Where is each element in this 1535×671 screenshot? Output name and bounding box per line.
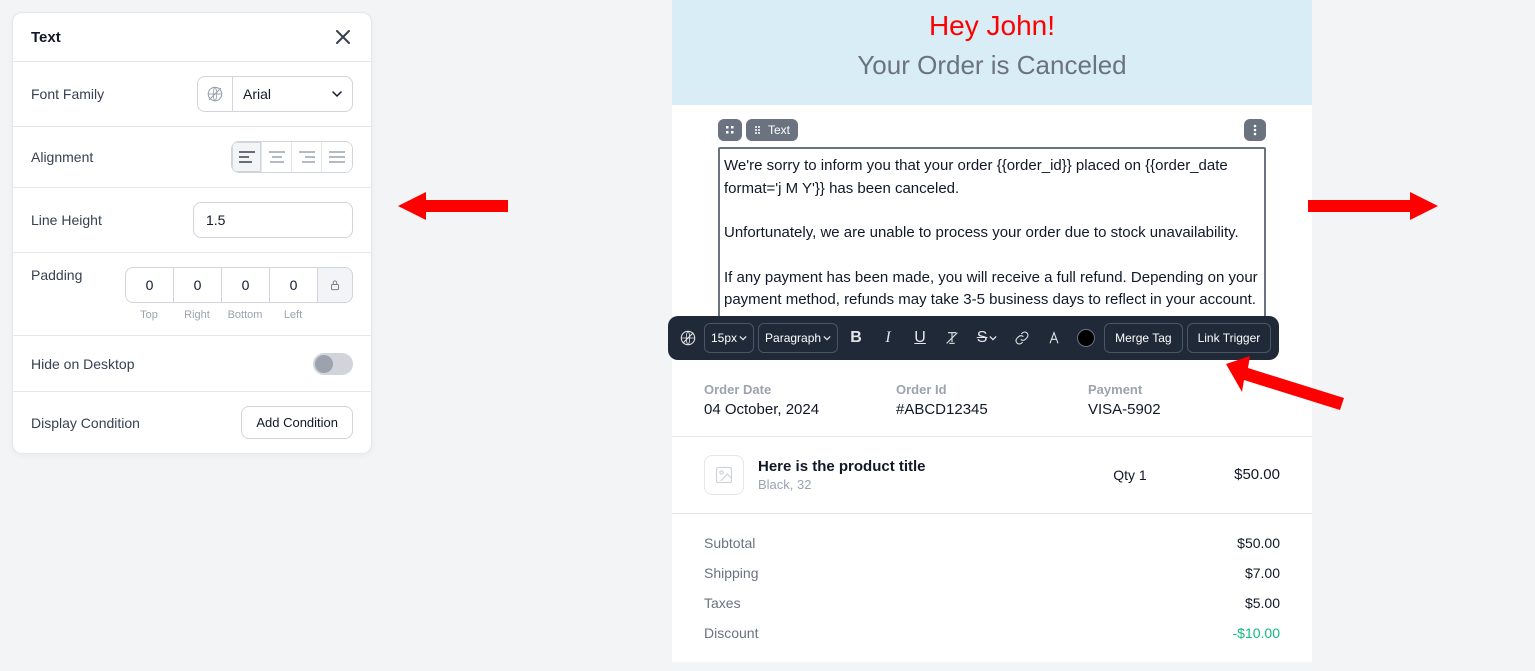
alignment-label: Alignment: [31, 149, 93, 165]
strikethrough-button[interactable]: S: [970, 323, 1004, 353]
subtotal-value: $50.00: [1237, 535, 1280, 551]
link-button[interactable]: [1008, 323, 1036, 353]
chevron-down-icon: [823, 334, 831, 342]
taxes-label: Taxes: [704, 595, 741, 611]
product-variant: Black, 32: [758, 477, 1080, 492]
merge-tag-button[interactable]: Merge Tag: [1104, 323, 1182, 353]
padding-top-input[interactable]: [125, 267, 173, 303]
chevron-down-icon: [989, 334, 997, 342]
product-qty: Qty 1: [1080, 467, 1180, 483]
padding-bottom-input[interactable]: [221, 267, 269, 303]
rte-globe-icon[interactable]: [676, 323, 700, 353]
alignment-group: [231, 141, 353, 173]
font-family-row: Font Family Arial: [13, 62, 371, 127]
font-family-label: Font Family: [31, 86, 104, 102]
payment-value: VISA-5902: [1088, 401, 1280, 418]
panel-title: Text: [31, 29, 61, 46]
product-title: Here is the product title: [758, 458, 1080, 475]
font-size-value: 15px: [711, 331, 737, 345]
line-height-input[interactable]: [193, 202, 353, 238]
padding-left-input[interactable]: [269, 267, 317, 303]
product-image-placeholder: [704, 455, 744, 495]
block-type-badge[interactable]: Text: [746, 119, 798, 141]
display-condition-row: Display Condition Add Condition: [13, 392, 371, 453]
color-swatch-icon: [1077, 329, 1095, 347]
discount-label: Discount: [704, 625, 758, 641]
align-left-button[interactable]: [232, 142, 262, 172]
display-condition-label: Display Condition: [31, 415, 140, 431]
rich-text-toolbar: 15px Paragraph B I U S Merge Tag Link Tr…: [668, 316, 1279, 360]
padding-label: Padding: [31, 267, 82, 283]
align-center-button[interactable]: [262, 142, 292, 172]
text-block-header: Text: [718, 119, 1266, 147]
padding-right-caption: Right: [173, 309, 221, 321]
italic-button[interactable]: I: [874, 323, 902, 353]
hide-desktop-label: Hide on Desktop: [31, 356, 135, 372]
email-hero: Hey John! Your Order is Canceled: [672, 0, 1312, 105]
product-price: $50.00: [1180, 466, 1280, 483]
alignment-row: Alignment: [13, 127, 371, 188]
web-font-icon[interactable]: [197, 76, 233, 112]
chevron-down-icon: [739, 334, 747, 342]
padding-row: Padding Top Right Bottom Left: [13, 253, 371, 336]
more-vertical-icon: [1248, 123, 1262, 137]
bold-button[interactable]: B: [842, 323, 870, 353]
grip-dots-icon: [754, 125, 764, 135]
shipping-value: $7.00: [1245, 565, 1280, 581]
order-date-label: Order Date: [704, 382, 896, 397]
text-paragraph-1: We're sorry to inform you that your orde…: [724, 155, 1260, 200]
add-condition-button[interactable]: Add Condition: [241, 406, 353, 439]
order-meta: Order Date 04 October, 2024 Order Id #AB…: [672, 382, 1312, 437]
order-id-value: #ABCD12345: [896, 401, 1088, 418]
text-paragraph-3: If any payment has been made, you will r…: [724, 267, 1260, 312]
drag-handle-icon[interactable]: [718, 119, 742, 141]
padding-top-caption: Top: [125, 309, 173, 321]
annotation-arrow-left: [398, 186, 508, 226]
paragraph-style-value: Paragraph: [765, 331, 821, 345]
image-icon: [714, 465, 734, 485]
order-totals: Subtotal$50.00 Shipping$7.00 Taxes$5.00 …: [672, 514, 1312, 662]
discount-value: -$10.00: [1233, 625, 1280, 641]
annotation-arrow-right: [1308, 186, 1438, 226]
background-color-button[interactable]: [1072, 323, 1100, 353]
block-type-label: Text: [768, 123, 790, 137]
padding-left-caption: Left: [269, 309, 317, 321]
padding-right-input[interactable]: [173, 267, 221, 303]
font-family-select[interactable]: Arial: [233, 76, 353, 112]
subtotal-label: Subtotal: [704, 535, 755, 551]
padding-bottom-caption: Bottom: [221, 309, 269, 321]
underline-button[interactable]: U: [906, 323, 934, 353]
taxes-value: $5.00: [1245, 595, 1280, 611]
font-family-value: Arial: [243, 86, 271, 102]
block-more-button[interactable]: [1244, 119, 1266, 141]
chevron-down-icon: [332, 89, 342, 99]
link-trigger-button[interactable]: Link Trigger: [1187, 323, 1272, 353]
clear-format-button[interactable]: [938, 323, 966, 353]
line-height-row: Line Height: [13, 188, 371, 253]
text-color-button[interactable]: [1040, 323, 1068, 353]
text-block-editor[interactable]: We're sorry to inform you that your orde…: [718, 147, 1266, 320]
order-date-value: 04 October, 2024: [704, 401, 896, 418]
lock-icon: [328, 278, 342, 292]
align-right-button[interactable]: [292, 142, 322, 172]
padding-lock-button[interactable]: [317, 267, 353, 303]
text-paragraph-2: Unfortunately, we are unable to process …: [724, 222, 1260, 245]
hide-desktop-row: Hide on Desktop: [13, 336, 371, 392]
line-height-label: Line Height: [31, 212, 102, 228]
align-justify-button[interactable]: [322, 142, 352, 172]
product-row: Here is the product title Black, 32 Qty …: [672, 437, 1312, 514]
panel-header: Text: [13, 13, 371, 62]
order-id-label: Order Id: [896, 382, 1088, 397]
payment-label: Payment: [1088, 382, 1280, 397]
close-icon[interactable]: [333, 27, 353, 47]
hide-desktop-toggle[interactable]: [313, 353, 353, 375]
font-size-select[interactable]: 15px: [704, 323, 754, 353]
text-settings-panel: Text Font Family Arial Alignment: [12, 12, 372, 454]
paragraph-style-select[interactable]: Paragraph: [758, 323, 838, 353]
hero-greeting: Hey John!: [692, 10, 1292, 42]
hero-subheading: Your Order is Canceled: [692, 50, 1292, 81]
shipping-label: Shipping: [704, 565, 759, 581]
